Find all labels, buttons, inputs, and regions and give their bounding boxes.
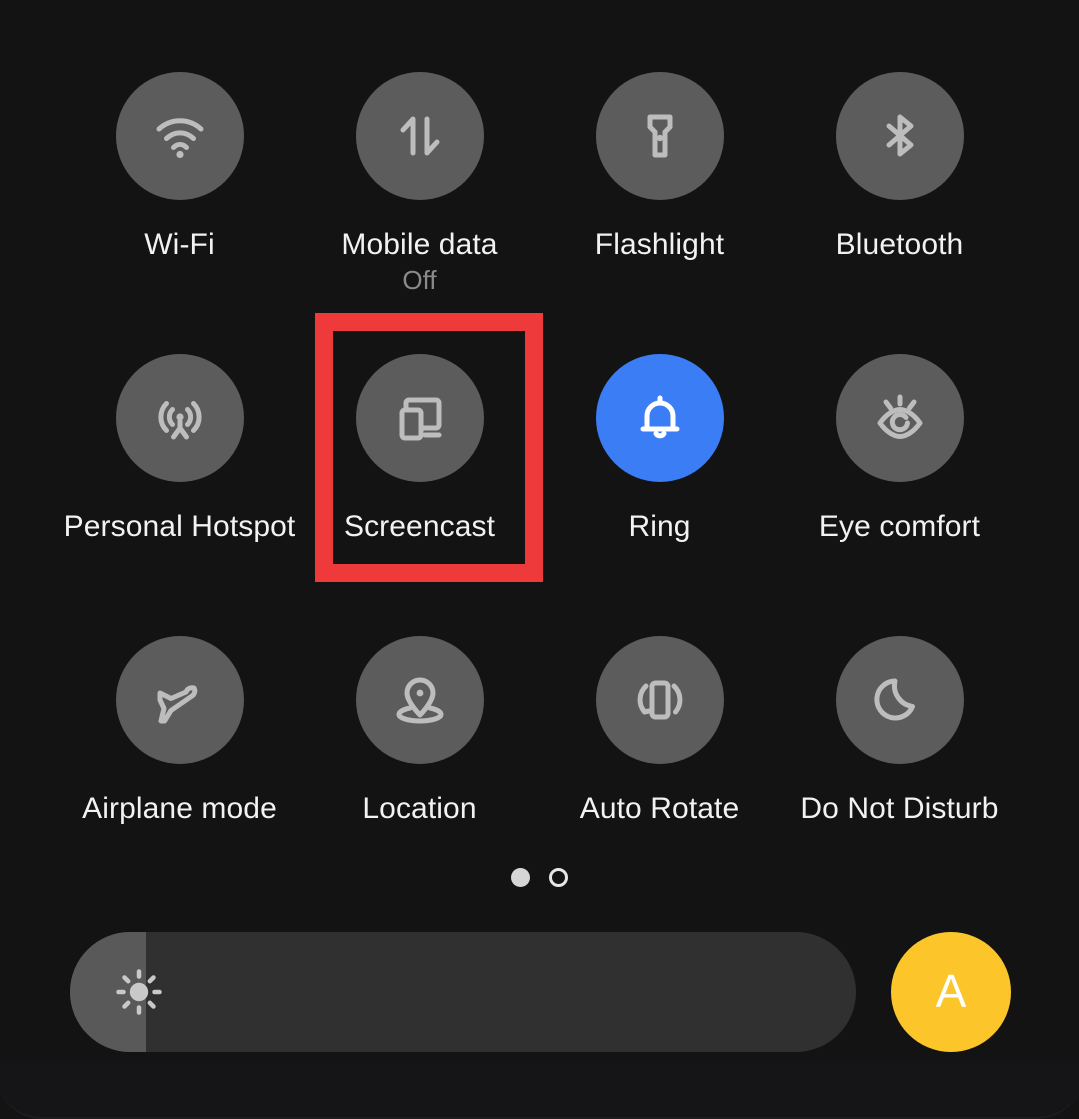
tile-auto-rotate[interactable]: Auto Rotate [540, 564, 780, 846]
tile-wifi-circle[interactable] [115, 72, 244, 200]
tile-bluetooth-circle[interactable] [835, 72, 964, 200]
tile-eye-comfort-label: Eye comfort [818, 510, 981, 543]
page-indicator [0, 868, 1079, 887]
tile-mobile-data-label: Mobile data [341, 228, 498, 261]
tile-eye-comfort[interactable]: Eye comfort [780, 282, 1020, 564]
tile-location-label: Location [362, 792, 477, 825]
flashlight-icon [629, 105, 691, 167]
tile-ring-circle[interactable] [595, 354, 724, 482]
brightness-sun-icon [111, 964, 167, 1020]
location-pin-icon [389, 669, 451, 731]
tile-do-not-disturb[interactable]: Do Not Disturb [780, 564, 1020, 846]
tile-location[interactable]: Location [300, 564, 540, 846]
tile-screencast-label: Screencast [343, 510, 496, 543]
eye-comfort-icon [869, 387, 931, 449]
tile-location-circle[interactable] [355, 636, 484, 764]
quick-settings-tile-grid: Wi-Fi Mobile data Off Flashlight Bluetoo… [0, 0, 1079, 846]
tile-wifi-label: Wi-Fi [144, 228, 215, 261]
moon-icon [869, 669, 931, 731]
shade-bottom-edge [0, 1061, 1079, 1119]
bell-icon [629, 387, 691, 449]
tile-do-not-disturb-circle[interactable] [835, 636, 964, 764]
tile-airplane-mode-circle[interactable] [115, 636, 244, 764]
tile-wifi[interactable]: Wi-Fi [60, 0, 300, 282]
page-dot-2[interactable] [549, 868, 568, 887]
auto-brightness-label: A [935, 965, 967, 1017]
mobile-data-icon [389, 105, 451, 167]
tile-auto-rotate-label: Auto Rotate [579, 792, 740, 825]
tile-personal-hotspot-circle[interactable] [115, 354, 244, 482]
wifi-icon [149, 105, 211, 167]
airplane-icon [149, 669, 211, 731]
screencast-icon [389, 387, 451, 449]
tile-screencast[interactable]: Screencast [300, 282, 540, 564]
auto-rotate-icon [629, 669, 691, 731]
tile-auto-rotate-circle[interactable] [595, 636, 724, 764]
tile-bluetooth[interactable]: Bluetooth [780, 0, 1020, 282]
quick-settings-panel: Wi-Fi Mobile data Off Flashlight Bluetoo… [0, 0, 1079, 1119]
tile-ring[interactable]: Ring [540, 282, 780, 564]
tile-flashlight[interactable]: Flashlight [540, 0, 780, 282]
page-dot-1[interactable] [511, 868, 530, 887]
bluetooth-icon [869, 105, 931, 167]
tile-screencast-circle[interactable] [355, 354, 484, 482]
brightness-row: A [70, 932, 1011, 1052]
tile-mobile-data-circle[interactable] [355, 72, 484, 200]
brightness-slider[interactable] [70, 932, 856, 1052]
tile-ring-label: Ring [628, 510, 691, 543]
tile-personal-hotspot-label: Personal Hotspot [63, 510, 296, 543]
tile-airplane-mode[interactable]: Airplane mode [60, 564, 300, 846]
tile-airplane-mode-label: Airplane mode [82, 792, 277, 825]
tile-bluetooth-label: Bluetooth [835, 228, 964, 261]
tile-personal-hotspot[interactable]: Personal Hotspot [60, 282, 300, 564]
hotspot-icon [149, 387, 211, 449]
tile-flashlight-circle[interactable] [595, 72, 724, 200]
tile-eye-comfort-circle[interactable] [835, 354, 964, 482]
auto-brightness-button[interactable]: A [891, 932, 1011, 1052]
tile-mobile-data[interactable]: Mobile data Off [300, 0, 540, 295]
tile-flashlight-label: Flashlight [594, 228, 725, 261]
tile-do-not-disturb-label: Do Not Disturb [800, 792, 999, 825]
